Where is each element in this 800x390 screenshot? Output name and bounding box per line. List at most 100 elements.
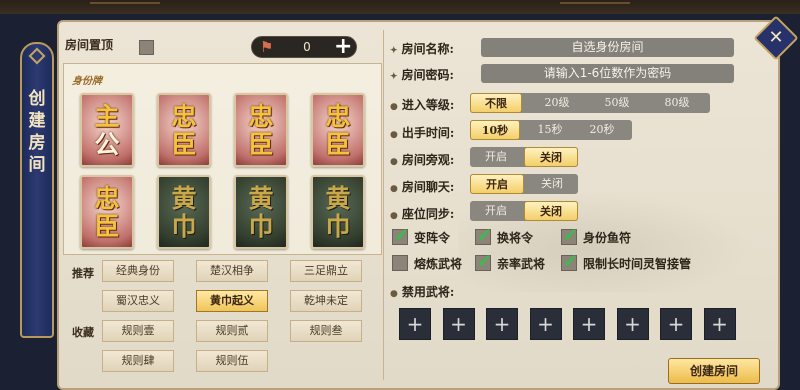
card-glyph-top: 主 [94,102,120,131]
room-name-field[interactable]: 自选身份房间 [481,38,734,57]
card-glyph-bottom: 臣 [325,130,351,159]
card-glyph-bottom: 臣 [171,130,197,159]
card-glyph-bottom: 臣 [248,130,274,159]
card-glyph-top: 忠 [325,102,351,131]
seat-sync-option-on[interactable]: 开启 [470,201,522,221]
identity-card: 忠臣 [157,93,211,167]
turn-time-option-15[interactable]: 15秒 [526,120,574,140]
chat-selector: 开启 关闭 [470,174,578,194]
preset-yellow-turban[interactable]: 黄巾起义 [196,290,268,312]
preset-rule-5[interactable]: 规则伍 [196,350,268,372]
preset-rule-3[interactable]: 规则叁 [290,320,362,342]
identity-card: 忠臣 [234,93,288,167]
identity-card: 黄巾 [157,175,211,249]
room-name-label: ✦ 房间名称: [390,42,454,56]
top-bar-decoration [0,0,800,14]
plus-icon: + [450,312,467,336]
chat-option-on[interactable]: 开启 [470,174,524,194]
turn-time-selector: 10秒 15秒 20秒 [470,120,632,140]
entry-level-option-none[interactable]: 不限 [470,93,522,113]
banned-general-slot[interactable]: + [616,308,649,340]
banned-general-slot[interactable]: + [573,308,605,340]
preset-undecided[interactable]: 乾坤未定 [290,290,362,312]
card-glyph-bottom: 巾 [171,212,197,241]
preset-chu-han[interactable]: 楚汉相争 [196,260,268,282]
seat-sync-selector: 开启 关闭 [470,201,578,221]
entry-level-option-80[interactable]: 80级 [648,93,706,113]
banner-diamond-icon [28,47,46,65]
add-currency-button[interactable]: + [334,34,352,59]
plus-icon: + [624,312,641,336]
checkbox-box [561,225,578,246]
spectate-option-off[interactable]: 关闭 [524,147,578,167]
plus-icon: + [406,312,424,336]
room-pin-label: 房间置顶 [65,38,114,52]
turn-time-option-20[interactable]: 20秒 [578,120,626,140]
turn-time-option-10[interactable]: 10秒 [470,120,520,140]
currency-count: 0 [303,40,311,54]
banned-general-slot[interactable]: + [529,308,562,340]
banned-generals-label: ● 禁用武将: [390,285,455,299]
plus-icon: + [667,312,685,336]
entry-level-selector: 不限 20级 50级 80级 [470,93,710,113]
preset-shu-loyalty[interactable]: 蜀汉忠义 [102,290,174,312]
identity-cards-title: 身份牌 [72,76,102,87]
identity-card: 黄巾 [234,175,288,249]
top-ornament [90,2,160,10]
spectate-selector: 开启 关闭 [470,147,578,167]
card-glyph-bottom: 臣 [94,212,120,241]
create-room-button[interactable]: 创建房间 [668,358,760,384]
entry-level-option-20[interactable]: 20级 [528,93,586,113]
preset-rule-2[interactable]: 规则贰 [196,320,268,342]
banner-title: 创建房间 [28,89,46,175]
seat-sync-option-off[interactable]: 关闭 [524,201,578,221]
chat-label: ● 房间聊天: [390,180,455,194]
identity-card: 忠臣 [311,93,365,167]
seat-sync-label: ● 座位同步: [390,207,455,221]
flag-coin-icon: ⚑ [260,38,274,56]
currency-display: ⚑ 0 + [251,34,357,59]
card-glyph-bottom: 公 [94,130,120,159]
card-glyph-top: 黄 [325,184,351,213]
card-glyph-top: 黄 [171,184,197,213]
checkbox-box [475,225,492,246]
card-glyph-bottom: 巾 [248,212,274,241]
checkbox-box [475,251,492,272]
room-pin-checkbox[interactable] [139,40,154,55]
create-room-banner: 创建房间 [20,42,54,338]
card-glyph-top: 忠 [171,102,197,131]
plus-icon: + [493,312,511,336]
banned-general-slot[interactable]: + [660,308,692,340]
card-glyph-top: 忠 [248,102,274,131]
preset-three-kingdoms[interactable]: 三足鼎立 [290,260,362,282]
plus-icon: + [580,312,598,336]
entry-level-label: ● 进入等级: [390,98,455,112]
recommend-label: 推荐 [72,267,94,280]
close-x-icon: ✕ [768,27,784,48]
banned-general-slot[interactable]: + [703,308,736,340]
spectate-label: ● 房间旁观: [390,153,455,167]
banned-general-slot[interactable]: + [399,308,431,340]
checkbox-box [392,225,409,246]
room-password-label: ✦ 房间密码: [390,68,454,82]
top-ornament [560,2,630,10]
preset-classic-identity[interactable]: 经典身份 [102,260,174,282]
card-glyph-bottom: 巾 [325,212,351,241]
plus-icon: + [537,312,554,336]
card-glyph-top: 忠 [94,184,120,213]
identity-card: 黄巾 [311,175,365,249]
favorite-label: 收藏 [72,326,94,339]
checkbox-box [561,251,578,272]
preset-rule-4[interactable]: 规则肆 [102,350,174,372]
checkbox-box [392,255,408,271]
preset-rule-1[interactable]: 规则壹 [102,320,174,342]
chat-option-off[interactable]: 关闭 [526,174,578,194]
room-password-field[interactable]: 请输入1-6位数作为密码 [481,64,734,83]
identity-card: 主公 [80,93,134,167]
spectate-option-on[interactable]: 开启 [470,147,522,167]
entry-level-option-50[interactable]: 50级 [588,93,646,113]
banned-general-slot[interactable]: + [486,308,518,340]
banned-general-slot[interactable]: + [442,308,475,340]
identity-card: 忠臣 [80,175,134,249]
card-glyph-top: 黄 [248,184,274,213]
